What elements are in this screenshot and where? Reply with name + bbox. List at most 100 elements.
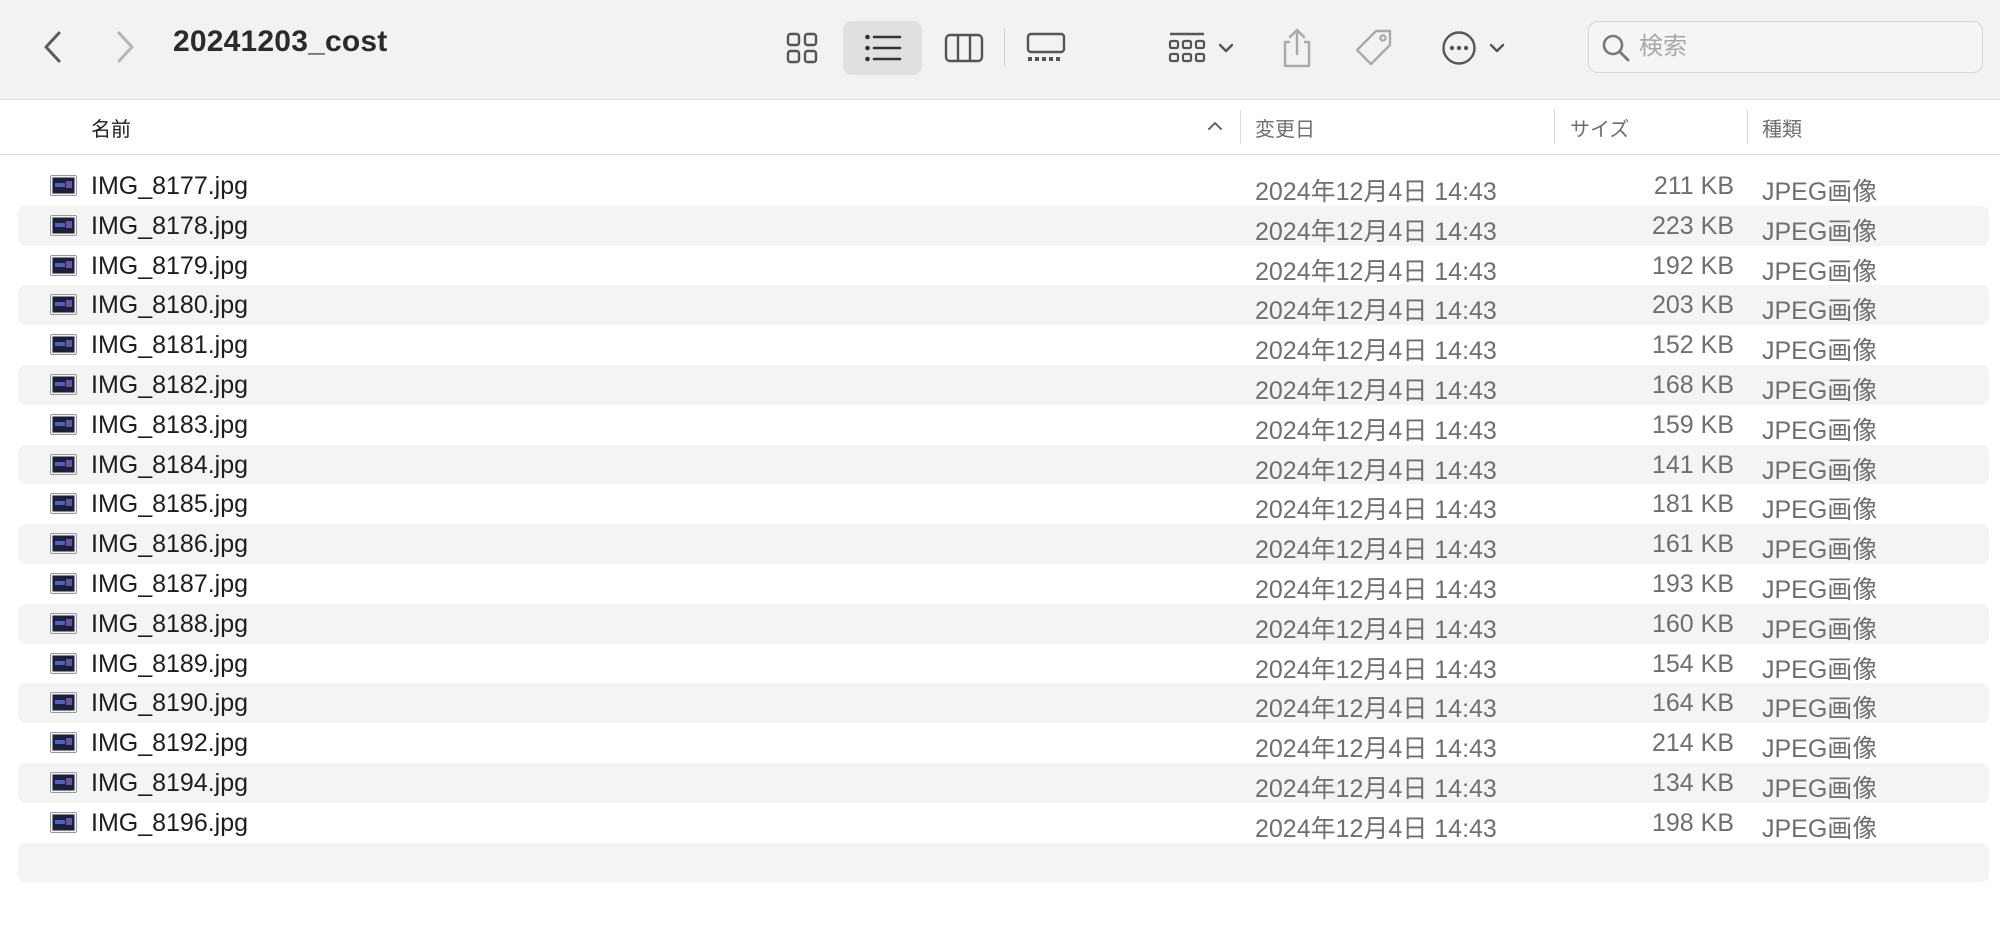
file-row[interactable]: IMG_8188.jpg 2024年12月4日 14:43 160 KB JPEG画像 [18,603,1989,644]
column-divider[interactable] [1240,110,1241,144]
file-row[interactable]: IMG_8179.jpg 2024年12月4日 14:43 192 KB JPEG画像 [18,246,1989,286]
more-actions-button[interactable] [1434,21,1514,75]
list-view-button[interactable] [843,21,922,75]
group-icon [1168,32,1206,63]
file-row[interactable]: IMG_8183.jpg 2024年12月4日 14:43 159 KB JPEG画像 [18,405,1989,445]
file-size: 134 KB [1651,768,1734,797]
file-row[interactable]: IMG_8182.jpg 2024年12月4日 14:43 168 KB JPEG画像 [18,364,1989,405]
file-size: 161 KB [1651,530,1734,559]
file-size: 154 KB [1651,649,1734,678]
empty-row [18,842,1989,883]
jpeg-thumbnail-icon [50,771,77,793]
file-kind: JPEG画像 [1762,496,1878,525]
file-row[interactable]: IMG_8194.jpg 2024年12月4日 14:43 134 KB JPEG画像 [18,762,1989,803]
column-header-modified[interactable]: 変更日 [1255,100,1315,154]
search-field[interactable] [1588,21,1983,73]
file-row[interactable]: IMG_8196.jpg 2024年12月4日 14:43 198 KB JPEG画像 [18,803,1989,843]
file-row[interactable]: IMG_8178.jpg 2024年12月4日 14:43 223 KB JPEG画像 [18,205,1989,246]
forward-button[interactable] [102,22,148,72]
tag-icon [1355,29,1392,66]
toolbar: 20241203_cost [0,0,2000,100]
file-row[interactable]: IMG_8186.jpg 2024年12月4日 14:43 161 KB JPEG画像 [18,524,1989,564]
tag-button[interactable] [1348,21,1400,75]
file-modified-date: 2024年12月4日 14:43 [1255,376,1497,405]
file-row[interactable]: IMG_8184.jpg 2024年12月4日 14:43 141 KB JPEG画像 [18,444,1989,485]
file-size: 152 KB [1651,331,1734,360]
share-button[interactable] [1272,18,1322,78]
jpeg-thumbnail-icon [50,294,77,316]
file-size: 181 KB [1651,490,1734,519]
file-modified-date: 2024年12月4日 14:43 [1255,774,1497,803]
file-name: IMG_8183.jpg [91,410,249,439]
jpeg-thumbnail-icon [50,175,77,196]
toolbar-divider [1004,28,1005,66]
file-modified-date: 2024年12月4日 14:43 [1255,615,1497,644]
file-size: 214 KB [1651,729,1734,758]
gallery-view-button[interactable] [1020,21,1072,75]
file-size: 159 KB [1651,410,1734,439]
icon-view-button[interactable] [778,21,826,75]
sort-ascending-icon[interactable] [1205,116,1225,136]
jpeg-thumbnail-icon [50,692,77,714]
file-name: IMG_8177.jpg [91,172,249,200]
file-name: IMG_8196.jpg [91,808,249,837]
file-row[interactable]: IMG_8181.jpg 2024年12月4日 14:43 152 KB JPEG画像 [18,325,1989,365]
file-name: IMG_8178.jpg [91,211,249,240]
file-name: IMG_8184.jpg [91,450,249,479]
file-modified-date: 2024年12月4日 14:43 [1255,496,1497,525]
column-header-name[interactable]: 名前 [91,100,131,154]
file-size: 203 KB [1651,291,1734,320]
file-name: IMG_8190.jpg [91,689,249,718]
group-button[interactable] [1162,21,1242,75]
file-name: IMG_8185.jpg [91,490,249,519]
file-modified-date: 2024年12月4日 14:43 [1255,575,1497,604]
ellipsis-circle-icon [1442,31,1476,65]
file-name: IMG_8188.jpg [91,609,249,638]
file-size: 193 KB [1651,569,1734,598]
file-list: IMG_8177.jpg 2024年12月4日 14:43 211 KB JPEG画像… [18,166,1989,922]
file-size: 164 KB [1651,689,1734,718]
list-view-icon [864,34,901,62]
file-row[interactable]: IMG_8192.jpg 2024年12月4日 14:43 214 KB JPEG画像 [18,723,1989,763]
file-size: 198 KB [1651,808,1734,837]
file-name: IMG_8194.jpg [91,768,249,797]
chevron-down-icon [1489,43,1505,53]
empty-row [18,882,1989,922]
search-icon [1601,33,1631,63]
column-header-kind[interactable]: 種類 [1762,100,1802,154]
file-row[interactable]: IMG_8177.jpg 2024年12月4日 14:43 211 KB JPEG画像 [18,166,1989,206]
jpeg-thumbnail-icon [50,533,77,555]
file-kind: JPEG画像 [1762,655,1878,684]
icon-view-icon [786,32,818,64]
file-modified-date: 2024年12月4日 14:43 [1255,337,1497,366]
file-modified-date: 2024年12月4日 14:43 [1255,735,1497,764]
column-divider[interactable] [1747,110,1748,144]
column-divider[interactable] [1554,110,1555,144]
back-button[interactable] [30,22,76,72]
jpeg-thumbnail-icon [50,652,77,674]
file-name: IMG_8180.jpg [91,291,249,320]
file-kind: JPEG画像 [1762,257,1878,286]
share-icon [1283,28,1311,68]
file-kind: JPEG画像 [1762,575,1878,604]
file-row[interactable]: IMG_8190.jpg 2024年12月4日 14:43 164 KB JPEG画像 [18,683,1989,723]
column-view-button[interactable] [938,21,990,75]
file-kind: JPEG画像 [1762,456,1878,485]
jpeg-thumbnail-icon [50,612,77,634]
search-input[interactable] [1639,28,1959,66]
jpeg-thumbnail-icon [50,373,77,395]
file-name: IMG_8181.jpg [91,331,249,360]
gallery-view-icon [1026,32,1066,61]
file-modified-date: 2024年12月4日 14:43 [1255,297,1497,326]
jpeg-thumbnail-icon [50,413,77,435]
file-row[interactable]: IMG_8187.jpg 2024年12月4日 14:43 193 KB JPEG画像 [18,564,1989,604]
jpeg-thumbnail-icon [50,214,77,236]
column-header-size[interactable]: サイズ [1570,100,1629,154]
file-modified-date: 2024年12月4日 14:43 [1255,655,1497,684]
file-row[interactable]: IMG_8185.jpg 2024年12月4日 14:43 181 KB JPEG画像 [18,484,1989,524]
file-kind: JPEG画像 [1762,735,1878,764]
file-row[interactable]: IMG_8180.jpg 2024年12月4日 14:43 203 KB JPEG画像 [18,285,1989,325]
jpeg-thumbnail-icon [50,572,77,594]
file-row[interactable]: IMG_8189.jpg 2024年12月4日 14:43 154 KB JPEG画像 [18,644,1989,684]
file-size: 141 KB [1651,450,1734,479]
